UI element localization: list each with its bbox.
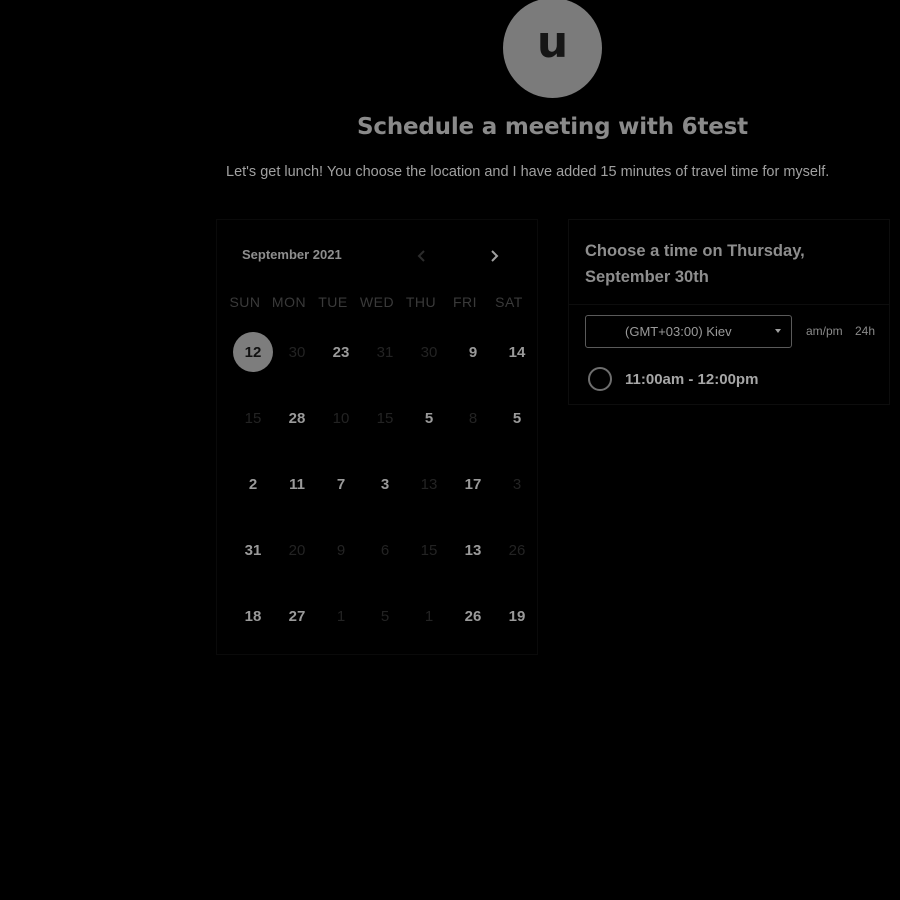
time-panel-heading: Choose a time on Thursday, September 30t… xyxy=(585,242,805,286)
avatar-letter: u xyxy=(536,17,569,68)
page-title: Schedule a meeting with 6test xyxy=(357,114,748,140)
calendar-day[interactable]: 28 xyxy=(275,396,319,440)
format-ampm-toggle[interactable]: am/pm xyxy=(806,324,843,338)
weekday-label: TUE xyxy=(318,294,348,310)
calendar-day: 30 xyxy=(288,343,306,361)
calendar-day: 15 xyxy=(244,409,262,427)
calendar-day[interactable]: 17 xyxy=(451,462,495,506)
calendar-day: 8 xyxy=(468,409,478,427)
calendar-week-row: 15 28 10 15 5 8 5 xyxy=(231,396,539,462)
weekday-label: SAT xyxy=(495,294,523,310)
weekday-label: MON xyxy=(271,294,307,310)
calendar-day[interactable]: 2 xyxy=(231,462,275,506)
avatar: u xyxy=(503,0,602,98)
calendar-week-row: 18 27 1 5 1 26 19 xyxy=(231,594,539,660)
calendar-day[interactable]: 26 xyxy=(451,594,495,638)
timezone-value: (GMT+03:00) Kiev xyxy=(625,324,732,339)
calendar-day: 10 xyxy=(332,409,350,427)
calendar-day: 1 xyxy=(336,607,346,625)
event-description: Let's get lunch! You choose the location… xyxy=(226,164,830,180)
calendar-day[interactable]: 14 xyxy=(495,330,539,374)
radio-button[interactable] xyxy=(588,367,612,391)
calendar-day: 1 xyxy=(424,607,434,625)
weekday-label: THU xyxy=(405,294,437,310)
timezone-select[interactable]: (GMT+03:00) Kiev xyxy=(585,315,792,348)
calendar-grid: 12 30 23 31 30 9 14 15 28 10 15 5 8 5 2 11 7 3 13 17 3 31 20 9 6… xyxy=(231,330,539,660)
calendar-day[interactable]: 27 xyxy=(275,594,319,638)
calendar-day: 13 xyxy=(420,475,438,493)
calendar-day: 30 xyxy=(420,343,438,361)
format-24h-toggle[interactable]: 24h xyxy=(855,324,875,338)
calendar-week-row: 12 30 23 31 30 9 14 xyxy=(231,330,539,396)
caret-down-icon xyxy=(775,329,781,333)
calendar-day: 15 xyxy=(376,409,394,427)
calendar-day: 26 xyxy=(508,541,526,559)
weekday-header: SUN MON TUE WED THU FRI SAT xyxy=(223,294,533,310)
chevron-left-icon[interactable] xyxy=(412,246,432,266)
calendar-day: 20 xyxy=(288,541,306,559)
weekday-label: WED xyxy=(359,294,395,310)
weekday-label: FRI xyxy=(452,294,478,310)
calendar-day[interactable]: 18 xyxy=(231,594,275,638)
weekday-label: SUN xyxy=(229,294,261,310)
calendar-day[interactable]: 19 xyxy=(495,594,539,638)
calendar-week-row: 2 11 7 3 13 17 3 xyxy=(231,462,539,528)
calendar-day[interactable]: 13 xyxy=(451,528,495,572)
calendar-day[interactable]: 23 xyxy=(319,330,363,374)
calendar-day-selected[interactable]: 12 xyxy=(233,332,273,372)
calendar-day: 6 xyxy=(380,541,390,559)
time-slot-option[interactable]: 11:00am - 12:00pm xyxy=(588,367,758,391)
calendar-day: 15 xyxy=(420,541,438,559)
calendar-day[interactable]: 11 xyxy=(275,462,319,506)
calendar-day[interactable]: 3 xyxy=(363,462,407,506)
time-slot-panel: Choose a time on Thursday, September 30t… xyxy=(568,219,890,405)
calendar-day[interactable]: 5 xyxy=(407,396,451,440)
calendar-day[interactable]: 7 xyxy=(319,462,363,506)
divider xyxy=(569,304,889,305)
calendar-day: 9 xyxy=(336,541,346,559)
time-slot-label: 11:00am - 12:00pm xyxy=(625,370,759,388)
calendar-day: 31 xyxy=(376,343,394,361)
calendar-week-row: 31 20 9 6 15 13 26 xyxy=(231,528,539,594)
calendar-day[interactable]: 5 xyxy=(495,396,539,440)
calendar-day[interactable]: 31 xyxy=(231,528,275,572)
calendar-month-label: September 2021 xyxy=(242,247,342,262)
calendar-day: 3 xyxy=(512,475,522,493)
calendar: September 2021 SUN MON TUE WED THU FRI SAT 12 3… xyxy=(216,219,538,655)
chevron-right-icon[interactable] xyxy=(484,246,504,266)
calendar-day: 5 xyxy=(380,607,390,625)
calendar-day[interactable]: 9 xyxy=(451,330,495,374)
